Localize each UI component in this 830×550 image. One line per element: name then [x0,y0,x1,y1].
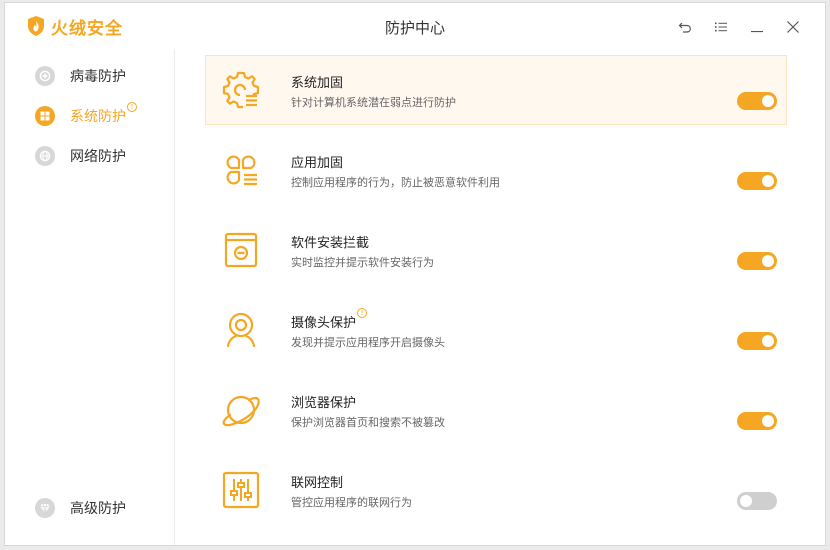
minimize-button[interactable] [739,15,775,39]
feature-description: 保护浏览器首页和搜索不被篡改 [291,416,445,429]
webcam-protection-toggle[interactable] [737,332,777,350]
browser-protection-toggle[interactable] [737,412,777,430]
gear-list-icon [219,68,263,112]
sidebar-item-label: 系统防护! [70,102,137,126]
sidebar-item-label: 病毒防护 [70,69,126,85]
minimize-icon [751,31,763,33]
menu-button[interactable] [703,15,739,39]
alert-badge: ! [127,102,137,112]
back-icon [678,22,691,33]
feature-description: 发现并提示应用程序开启摄像头 [291,336,445,349]
feature-description: 管控应用程序的联网行为 [291,496,412,509]
feature-row-app-hardening[interactable]: 应用加固 控制应用程序的行为，防止被恶意软件利用 [205,135,787,205]
webcam-icon [219,308,263,352]
virus-shield-icon [35,66,55,86]
sidebar-item-label: 网络防护 [70,149,126,165]
network-control-toggle[interactable] [737,492,777,510]
feature-description: 针对计算机系统潜在弱点进行防护 [291,96,456,109]
feature-title: 联网控制 [291,476,344,491]
app-grid-icon [219,148,263,192]
windows-shield-icon [35,106,55,126]
feature-title-text: 摄像头保护 [291,316,357,331]
feature-row-system-hardening[interactable]: 系统加固 针对计算机系统潜在弱点进行防护 [205,55,787,125]
back-button[interactable] [667,15,703,39]
install-box-icon [219,228,263,272]
sidebar-item-label-text: 系统防护 [70,109,126,125]
sidebar: 病毒防护 系统防护! 网络防护 高级防护 [5,49,175,545]
sidebar-item-virus-protection[interactable]: 病毒防护 [35,65,126,87]
sidebar-item-system-protection[interactable]: 系统防护! [35,102,137,127]
window-controls [667,15,811,39]
feature-row-install-block[interactable]: 软件安装拦截 实时监控并提示软件安装行为 [205,215,787,285]
close-button[interactable] [775,15,811,39]
diamond-icon [35,498,55,518]
feature-description: 控制应用程序的行为，防止被恶意软件利用 [291,176,500,189]
feature-row-network-control[interactable]: 联网控制 管控应用程序的联网行为 [205,455,787,525]
sidebar-item-advanced-protection[interactable]: 高级防护 [35,497,126,519]
feature-row-browser-protection[interactable]: 浏览器保护 保护浏览器首页和搜索不被篡改 [205,375,787,445]
app-hardening-toggle[interactable] [737,172,777,190]
app-window: 火绒安全 防护中心 病毒防护 系统防护! 网络防护 高级防护 系统加固 针对计算… [4,2,826,546]
feature-title: 系统加固 [291,76,344,91]
feature-title: 摄像头保护! [291,308,368,331]
install-block-toggle[interactable] [737,252,777,270]
feature-title: 应用加固 [291,156,344,171]
title-bar: 火绒安全 防护中心 [5,3,825,49]
planet-icon [219,388,263,432]
feature-row-webcam-protection[interactable]: 摄像头保护! 发现并提示应用程序开启摄像头 [205,295,787,365]
feature-description: 实时监控并提示软件安装行为 [291,256,434,269]
globe-icon [35,146,55,166]
system-hardening-toggle[interactable] [737,92,777,110]
feature-list: 系统加固 针对计算机系统潜在弱点进行防护 应用加固 控制应用程序的行为，防止被恶… [205,55,787,535]
feature-title: 浏览器保护 [291,396,357,411]
close-icon [787,21,799,33]
menu-icon [715,22,727,32]
feature-title: 软件安装拦截 [291,236,370,251]
alert-badge: ! [357,308,368,318]
sidebar-item-network-protection[interactable]: 网络防护 [35,145,126,167]
sidebar-item-label: 高级防护 [70,501,126,517]
sliders-icon [219,468,263,512]
